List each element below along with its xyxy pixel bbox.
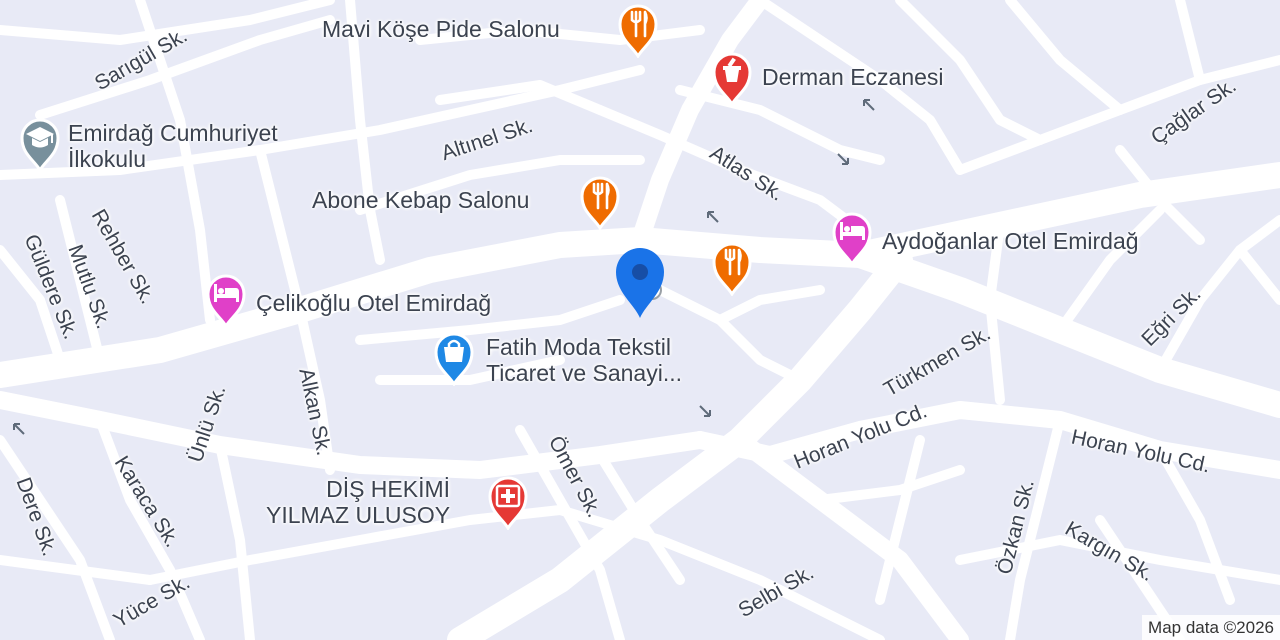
poi-marker[interactable]: [430, 328, 478, 386]
poi-label[interactable]: Mavi Köşe Pide Salonu: [322, 16, 560, 42]
poi-marker[interactable]: [484, 472, 532, 530]
restaurant-icon: [576, 178, 624, 214]
poi-marker[interactable]: [16, 114, 64, 172]
pharmacy-icon: [708, 54, 756, 90]
one-way-arrow-icon: [699, 405, 711, 417]
poi-label[interactable]: Aydoğanlar Otel Emirdağ: [882, 228, 1139, 254]
poi-label[interactable]: Çelikoğlu Otel Emirdağ: [256, 290, 491, 316]
map-copyright: Map data ©2026: [1142, 615, 1280, 640]
location-pin-icon[interactable]: [612, 246, 668, 322]
hotel-icon: [202, 276, 250, 312]
poi-marker[interactable]: [614, 0, 662, 58]
one-way-arrow-icon: [13, 423, 25, 435]
poi-label[interactable]: Emirdağ Cumhuriyet İlkokulu: [68, 120, 278, 172]
one-way-arrow-icon: [837, 153, 849, 165]
poi-label-line: YILMAZ ULUSOY: [266, 502, 451, 528]
poi-label-line: Emirdağ Cumhuriyet: [68, 120, 278, 146]
poi-marker[interactable]: [576, 172, 624, 230]
restaurant-icon: [614, 6, 662, 42]
poi-label-line: İlkokulu: [68, 146, 146, 172]
poi-marker[interactable]: [828, 208, 876, 266]
one-way-arrow-icon: [707, 211, 719, 223]
poi-label[interactable]: Abone Kebap Salonu: [312, 187, 529, 213]
restaurant-icon: [708, 244, 756, 280]
poi-marker[interactable]: [708, 238, 756, 296]
poi-marker[interactable]: [202, 270, 250, 328]
poi-label-line: Fatih Moda Tekstil: [486, 334, 671, 360]
school-icon: [16, 120, 64, 156]
hotel-icon: [828, 214, 876, 250]
dentist-icon: [484, 478, 532, 514]
poi-label-line: DİŞ HEKİMİ: [326, 476, 451, 502]
poi-label[interactable]: Derman Eczanesi: [762, 64, 944, 90]
map-canvas[interactable]: Sarıgül Sk. Altınel Sk. Atlas Sk. Çağlar…: [0, 0, 1280, 640]
shopping-bag-icon: [430, 334, 478, 370]
poi-label-line: Ticaret ve Sanayi...: [486, 360, 683, 386]
poi-marker[interactable]: [708, 48, 756, 106]
poi-label[interactable]: Fatih Moda Tekstil Ticaret ve Sanayi...: [486, 334, 682, 386]
poi-label[interactable]: DİŞ HEKİMİ YILMAZ ULUSOY: [266, 476, 450, 528]
one-way-arrow-icon: [863, 99, 875, 111]
